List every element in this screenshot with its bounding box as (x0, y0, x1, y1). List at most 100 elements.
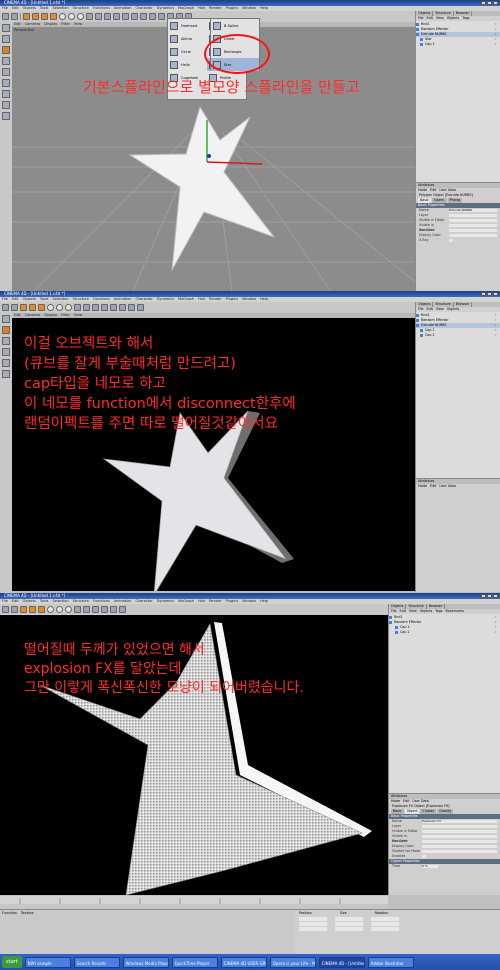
viewport-menu-display[interactable]: Display (44, 313, 57, 318)
use-color-select[interactable] (449, 228, 497, 233)
spline-pen-icon[interactable] (101, 606, 108, 613)
om-menu-file[interactable]: File (391, 609, 397, 614)
star-spline-shape[interactable] (128, 105, 276, 271)
taskbar-item[interactable]: CINEMA 4D USER GROUP... (220, 956, 267, 968)
timeline-bar[interactable] (0, 895, 500, 910)
world-coords-icon[interactable] (86, 13, 93, 20)
attr-menu-user-data[interactable]: User Data (439, 484, 455, 489)
menu-item-bspline[interactable]: B-Spline (211, 19, 259, 32)
minimize-button[interactable] (481, 292, 486, 296)
deformer-icon[interactable] (158, 13, 165, 20)
move-icon[interactable] (20, 304, 27, 311)
deformer-icon[interactable] (119, 304, 126, 311)
om-menu-edit[interactable]: Edit (427, 16, 433, 21)
render-view-icon[interactable] (74, 304, 81, 311)
scale-icon[interactable] (41, 13, 48, 20)
coord-field[interactable] (335, 922, 363, 926)
camera-icon[interactable] (128, 304, 135, 311)
menu-texture[interactable]: Texture (21, 911, 34, 915)
taskbar-item[interactable]: Opera is your Life - MIC... (269, 956, 316, 968)
xray-checkbox[interactable] (449, 238, 453, 243)
menu-item-freehand[interactable]: Freehand (168, 19, 207, 32)
move-icon[interactable] (32, 13, 39, 20)
coord-field[interactable] (371, 927, 399, 931)
visible-editor-select[interactable] (449, 218, 497, 223)
undo-icon[interactable] (2, 606, 9, 613)
coord-field[interactable] (299, 922, 327, 926)
list-item[interactable]: Cap 2 ✓ (389, 630, 500, 635)
x-axis-icon[interactable] (47, 606, 54, 613)
enabled-checkbox[interactable] (422, 854, 426, 859)
rotate-icon[interactable] (38, 304, 45, 311)
tab-phong[interactable]: Phong (447, 198, 462, 203)
coord-field[interactable] (335, 917, 363, 921)
start-button[interactable]: start (2, 956, 22, 968)
spline-pen-icon[interactable] (131, 13, 138, 20)
viewport-menu-display[interactable]: Display (44, 22, 57, 27)
cube-icon[interactable] (122, 13, 129, 20)
undo-icon[interactable] (2, 304, 9, 311)
redo-icon[interactable] (11, 13, 18, 20)
z-axis-icon[interactable] (77, 13, 84, 20)
x-axis-icon[interactable] (47, 304, 54, 311)
edges-mode-icon[interactable] (2, 337, 10, 345)
taskbar-item[interactable]: Search Results (73, 956, 120, 968)
minimize-button[interactable] (481, 594, 486, 598)
render-view-icon[interactable] (74, 606, 81, 613)
model-mode-icon[interactable] (2, 315, 10, 323)
workplane-icon[interactable] (2, 101, 10, 109)
om-menu-view[interactable]: View (436, 16, 444, 21)
y-axis-icon[interactable] (56, 304, 63, 311)
attr-menu-mode[interactable]: Mode (418, 484, 427, 489)
shaded-iso-select[interactable] (422, 849, 497, 854)
coord-field[interactable] (299, 927, 327, 931)
viewport-menu-view[interactable]: View (74, 313, 82, 318)
menu-item-circle[interactable]: Circle (168, 45, 207, 58)
tab-gravity[interactable]: Gravity (437, 809, 454, 814)
points-mode-icon[interactable] (2, 46, 10, 54)
layer-field[interactable] (422, 824, 497, 829)
om-menu-file[interactable]: File (418, 16, 424, 21)
viewport-menu-filter[interactable]: Filter (61, 22, 70, 27)
om-menu-view[interactable]: View (409, 609, 417, 614)
taskbar-item[interactable]: QuickTime Player (171, 956, 218, 968)
z-axis-icon[interactable] (65, 304, 72, 311)
rotate-icon[interactable] (50, 13, 57, 20)
taskbar-item[interactable]: NWI sample (24, 956, 71, 968)
move-icon[interactable] (20, 606, 27, 613)
uvw-mode-icon[interactable] (2, 359, 10, 367)
om-menu-objects[interactable]: Objects (447, 16, 459, 21)
name-field[interactable]: Explosion FX (422, 819, 497, 824)
viewport-menu-view[interactable]: View (74, 22, 82, 27)
render-picture-viewer-icon[interactable] (104, 13, 111, 20)
polygons-mode-icon[interactable] (2, 68, 10, 76)
y-axis-icon[interactable] (68, 13, 75, 20)
om-menu-objects[interactable]: Objects (447, 307, 459, 312)
rotate-icon[interactable] (38, 606, 45, 613)
name-field[interactable]: Extrude NURBS (449, 208, 497, 213)
light-icon[interactable] (137, 304, 144, 311)
attr-menu-edit[interactable]: Edit (430, 484, 436, 489)
use-color-select[interactable] (422, 839, 497, 844)
time-field[interactable]: 0 % (422, 864, 438, 869)
om-menu-tags[interactable]: Tags (435, 609, 442, 614)
close-button[interactable] (493, 1, 498, 5)
display-color-field[interactable] (449, 233, 497, 238)
taskbar-item-active[interactable]: CINEMA 4D - [Untitled... (318, 956, 365, 968)
visible-renderer-select[interactable] (422, 834, 497, 839)
coord-field[interactable] (299, 917, 327, 921)
om-menu-view[interactable]: View (436, 307, 444, 312)
texture-mode-icon[interactable] (2, 370, 10, 378)
nurbs-icon[interactable] (110, 606, 117, 613)
render-view-icon[interactable] (95, 13, 102, 20)
redo-icon[interactable] (11, 606, 18, 613)
close-button[interactable] (493, 292, 498, 296)
om-menu-file[interactable]: File (418, 307, 424, 312)
polygons-mode-icon[interactable] (2, 348, 10, 356)
menu-function[interactable]: Function (2, 911, 17, 915)
maximize-button[interactable] (487, 594, 492, 598)
spline-pen-icon[interactable] (101, 304, 108, 311)
scale-icon[interactable] (29, 304, 36, 311)
render-settings-icon[interactable] (113, 13, 120, 20)
cube-icon[interactable] (92, 606, 99, 613)
